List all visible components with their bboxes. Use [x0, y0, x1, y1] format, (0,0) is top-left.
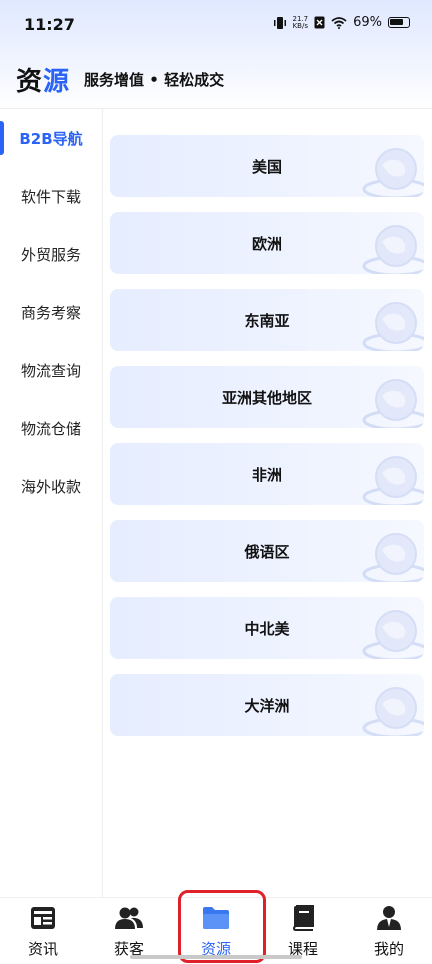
region-card[interactable]: 俄语区 [110, 520, 424, 582]
sidebar-item-label: 物流仓储 [20, 419, 81, 438]
news-icon [29, 904, 57, 932]
sidebar-item-b2b[interactable]: B2B导航 [0, 109, 102, 167]
region-card[interactable]: 中北美 [110, 597, 424, 659]
region-label: 俄语区 [244, 542, 290, 561]
region-list: 美国 欧洲 东南亚 亚洲其他地区 非洲 俄语区 中北美 大洋洲 [103, 109, 432, 897]
region-card[interactable]: 欧洲 [110, 212, 424, 274]
sidebar-item-label: 软件下载 [20, 187, 81, 206]
users-icon [115, 904, 143, 932]
region-card[interactable]: 大洋洲 [110, 674, 424, 736]
region-label: 中北美 [244, 619, 290, 638]
sidebar-item-label: 物流查询 [20, 361, 81, 380]
page-slogan: 服务增值 • 轻松成交 [84, 70, 225, 89]
region-card[interactable]: 美国 [110, 135, 424, 197]
sidebar-item-label: B2B导航 [19, 129, 83, 148]
globe-icon [362, 533, 424, 582]
battery-icon [388, 17, 410, 28]
status-time: 11:27 [24, 15, 75, 34]
region-label: 欧洲 [251, 234, 282, 253]
globe-icon [362, 610, 424, 659]
region-label: 美国 [251, 157, 282, 176]
highlight-annotation [178, 890, 266, 963]
sidebar-item-payments[interactable]: 海外收款 [0, 457, 102, 515]
vibrate-icon [273, 16, 286, 29]
globe-icon [362, 148, 424, 197]
sim-x-icon [314, 16, 325, 29]
sidebar-item-trade-services[interactable]: 外贸服务 [0, 225, 102, 283]
globe-icon [362, 379, 424, 428]
network-speed: 21.7 KB/s [292, 15, 309, 30]
sidebar-item-logistics-query[interactable]: 物流查询 [0, 341, 102, 399]
nav-label: 我的 [373, 940, 404, 958]
app-screen: 11:27 21.7 KB/s 69% 资源 服务增值 • 轻松成交 B2B导航… [0, 0, 432, 964]
region-card[interactable]: 亚洲其他地区 [110, 366, 424, 428]
sidebar-item-software[interactable]: 软件下载 [0, 167, 102, 225]
book-icon [289, 904, 317, 932]
title-part-2: 源 [43, 66, 71, 97]
home-indicator [130, 955, 302, 959]
wifi-icon [331, 16, 347, 29]
region-label: 亚洲其他地区 [221, 388, 312, 407]
title-part-1: 资 [16, 66, 44, 97]
sidebar-item-label: 商务考察 [20, 303, 81, 322]
page-title: 资源 [16, 61, 70, 98]
region-label: 大洋洲 [244, 696, 290, 715]
nav-tab-news[interactable]: 资讯 [0, 898, 86, 964]
page-header: 资源 服务增值 • 轻松成交 [0, 50, 432, 108]
person-icon [375, 904, 403, 932]
sidebar-item-business-trip[interactable]: 商务考察 [0, 283, 102, 341]
region-label: 东南亚 [244, 311, 290, 330]
category-sidebar: B2B导航 软件下载 外贸服务 商务考察 物流查询 物流仓储 海外收款 [0, 109, 103, 897]
status-bar: 11:27 21.7 KB/s 69% [0, 0, 432, 50]
nav-label: 资讯 [27, 940, 58, 958]
sidebar-item-label: 海外收款 [20, 477, 81, 496]
globe-icon [362, 456, 424, 505]
sidebar-item-warehousing[interactable]: 物流仓储 [0, 399, 102, 457]
region-label: 非洲 [251, 465, 282, 484]
region-card[interactable]: 东南亚 [110, 289, 424, 351]
globe-icon [362, 302, 424, 351]
region-card[interactable]: 非洲 [110, 443, 424, 505]
nav-tab-profile[interactable]: 我的 [346, 898, 432, 964]
globe-icon [362, 225, 424, 274]
status-icons: 21.7 KB/s 69% [273, 15, 410, 30]
globe-icon [362, 687, 424, 736]
battery-percent: 69% [353, 15, 382, 30]
network-speed-unit: KB/s [292, 21, 308, 30]
sidebar-item-label: 外贸服务 [20, 245, 81, 264]
